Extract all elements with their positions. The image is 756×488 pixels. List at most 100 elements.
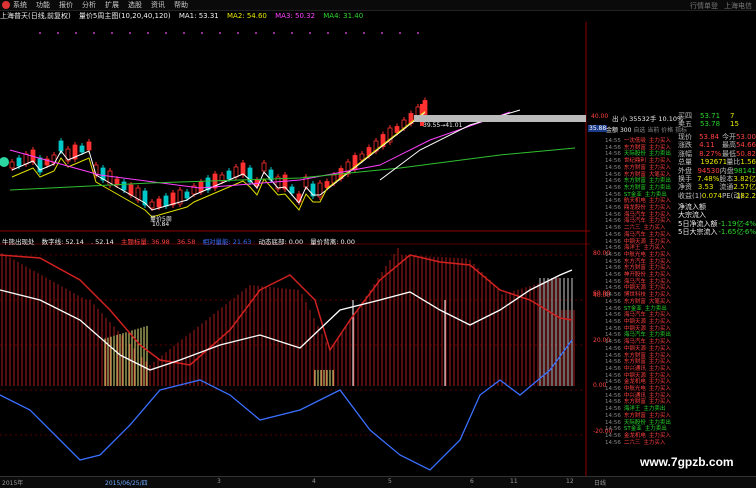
trade-type: 主力买入 — [643, 225, 666, 232]
candle-body — [149, 201, 155, 209]
value-float: 2.57亿 — [733, 183, 756, 192]
trade-stock: 东方财富 — [623, 298, 646, 305]
trade-row[interactable]: 14:56 东方财富 主力卖出 — [605, 178, 688, 185]
candle-body — [359, 153, 365, 161]
ask-5-row: 卖五 53.78 15 — [678, 120, 756, 128]
trade-row[interactable]: 14:56 海洋王 主力卖出 — [605, 406, 688, 413]
status-tick-12: 12 — [566, 478, 574, 485]
status-tick-3: 3 — [217, 478, 221, 485]
indicator-title[interactable]: 牛熊出现处 — [2, 238, 35, 246]
trade-row[interactable]: 14:56 东方财富 主力买入 — [605, 413, 688, 420]
trade-row[interactable]: 14:56 金龙机电 主力买入 — [605, 379, 688, 386]
ind-value-5: 相对量能: 21.63 — [202, 238, 252, 246]
quote-row-outer: 外盘 94530 内盘 98141 — [678, 167, 756, 175]
trade-row[interactable]: 14:56 中钢天源 主力买入 — [605, 373, 688, 380]
trade-type: 主力买入 — [648, 205, 671, 212]
sell-tag: 出 小 — [612, 115, 628, 123]
trade-row[interactable]: 14:56 海马汽车 主力买入 — [605, 312, 688, 319]
candle-body — [233, 166, 239, 178]
trade-type: 主力买入 — [648, 272, 671, 279]
trade-time: 14:55 — [605, 138, 621, 144]
trade-row[interactable]: 14:56 神开股份 主力买入 — [605, 272, 688, 279]
ind-value-6: 动态底部: 0.00 — [258, 238, 304, 246]
price-range-label: 39.55→41.01 — [423, 122, 463, 129]
trade-row[interactable]: 14:56 二六三 主力买入 — [605, 225, 688, 232]
trade-row[interactable]: 14:56 ST金亚 主力卖出 — [605, 306, 688, 313]
status-date[interactable]: 2015/06/25/四 — [105, 478, 148, 487]
trade-row[interactable]: 14:56 航天机电 主力买入 — [605, 198, 688, 205]
trade-row[interactable]: 14:56 中航光电 主力买入 — [605, 386, 688, 393]
trade-type: 主力买入 — [648, 138, 671, 144]
trade-row[interactable]: 14:56 中兴通讯 主力买入 — [605, 393, 688, 400]
trade-row[interactable]: 14:56 东方财富 主力买入 — [605, 265, 688, 272]
trade-stock: 金龙机电 — [623, 432, 646, 439]
quote-row-change: 涨跌 4.11 最高 54.66 — [678, 141, 756, 149]
trade-row[interactable]: 14:56 海马汽车 主力买入 — [605, 232, 688, 239]
sell-volume: 35532手 — [629, 115, 657, 123]
trade-row[interactable]: 14:56 ST金亚 主力卖出 — [605, 192, 688, 199]
trade-row[interactable]: 14:56 中钢天源 主力买入 — [605, 285, 688, 292]
trade-row[interactable]: 14:55 一沈低吸 主力买入 — [605, 138, 688, 145]
trade-row[interactable]: 14:56 海马汽车 主力买入 — [605, 279, 688, 286]
trade-row[interactable]: 14:56 东方财富 大笔买入 — [605, 172, 688, 179]
price-level-bar — [414, 115, 586, 122]
ind-value-7: 量价背离: 0.00 — [310, 238, 355, 246]
top-marker — [363, 32, 365, 34]
top-marker — [255, 32, 257, 34]
trade-row[interactable]: 14:56 中航光电 主力买入 — [605, 252, 688, 259]
trade-row[interactable]: 14:56 鼎龙股份 主力买入 — [605, 205, 688, 212]
top-marker — [93, 32, 95, 34]
trade-type: 主力买入 — [643, 245, 666, 252]
label-high: 最高 — [721, 141, 736, 150]
candle-body — [394, 126, 400, 133]
trade-row[interactable]: 14:56 海马汽车 主力买入 — [605, 339, 688, 346]
trade-ticker-list[interactable]: 14:55 一沈低吸 主力买入 14:56 东方财富 主力买入 14:56 天际股份 主力卖出 1… — [605, 138, 688, 446]
top-marker — [129, 32, 131, 34]
current-price-tag: 35.88 — [588, 125, 608, 132]
trade-row[interactable]: 14:56 海洋王 主力买入 — [605, 245, 688, 252]
trade-time: 14:56 — [605, 325, 621, 332]
trade-row[interactable]: 14:56 二六三 主力买入 — [605, 440, 688, 447]
trade-row[interactable]: 14:56 世纪鼎利 主力买入 — [605, 158, 688, 165]
trade-time: 14:56 — [605, 339, 621, 346]
top-marker — [399, 32, 401, 34]
trade-stock: 二六三 — [623, 225, 641, 232]
trade-row[interactable]: 14:56 博世科技 主力买入 — [605, 292, 688, 299]
trade-row[interactable]: 14:56 海马汽车 主力买入 — [605, 212, 688, 219]
trade-row[interactable]: 14:56 中兴通讯 主力买入 — [605, 366, 688, 373]
trade-row[interactable]: 14:56 东方汽车 主力买入 — [605, 259, 688, 266]
trade-time: 14:56 — [605, 211, 621, 218]
tab-strip[interactable]: 金额 300 自选 当前 价格 指标 — [606, 125, 687, 134]
trade-row[interactable]: 14:56 东方财富 主力买入 — [605, 353, 688, 360]
trade-type: 主力买入 — [648, 432, 671, 439]
trade-row[interactable]: 14:56 ST金亚 主力卖出 — [605, 426, 688, 433]
trade-row[interactable]: 14:56 东方财富 主力买入 — [605, 145, 688, 152]
trade-time: 14:56 — [605, 218, 621, 225]
trade-type: 主力买入 — [643, 439, 666, 446]
trade-row[interactable]: 14:56 中钢天源 主力买入 — [605, 346, 688, 353]
ma2-line — [11, 111, 426, 218]
top-marker — [345, 32, 347, 34]
trade-row[interactable]: 14:56 东方财富 主力买入 — [605, 359, 688, 366]
trade-row[interactable]: 14:56 东方财富 主力买入 — [605, 165, 688, 172]
trade-stock: 鼎龙股份 — [623, 205, 646, 212]
low-price: 10.84 — [152, 221, 170, 228]
trade-time: 14:56 — [605, 265, 621, 272]
value-vol-ratio: 1.56 — [740, 158, 756, 167]
candle-body — [226, 170, 232, 180]
trade-time: 14:56 — [605, 158, 621, 165]
trade-row[interactable]: 14:56 天际股份 主力卖出 — [605, 151, 688, 158]
quote-row-netasset: 净资 3.53 流通 2.57亿 — [678, 183, 756, 191]
trade-row[interactable]: 14:56 东方财富 大笔买入 — [605, 299, 688, 306]
trade-row[interactable]: 14:56 金龙机电 主力买入 — [605, 433, 688, 440]
trade-time: 14:56 — [605, 178, 621, 185]
value-high: 54.66 — [735, 141, 756, 150]
status-period[interactable]: 日线 — [594, 478, 606, 487]
trade-type: 主力买入 — [648, 292, 671, 299]
fund-pct-3: -6% — [742, 228, 756, 237]
trade-row[interactable]: 14:56 中钢天源 主力买入 — [605, 326, 688, 333]
trade-row[interactable]: 14:56 海马汽车 主力卖出 — [605, 332, 688, 339]
trade-time: 14:56 — [605, 365, 621, 372]
trade-row[interactable]: 14:56 中钢天源 主力买入 — [605, 319, 688, 326]
trade-row[interactable]: 14:56 东方财富 主力卖出 — [605, 185, 688, 192]
